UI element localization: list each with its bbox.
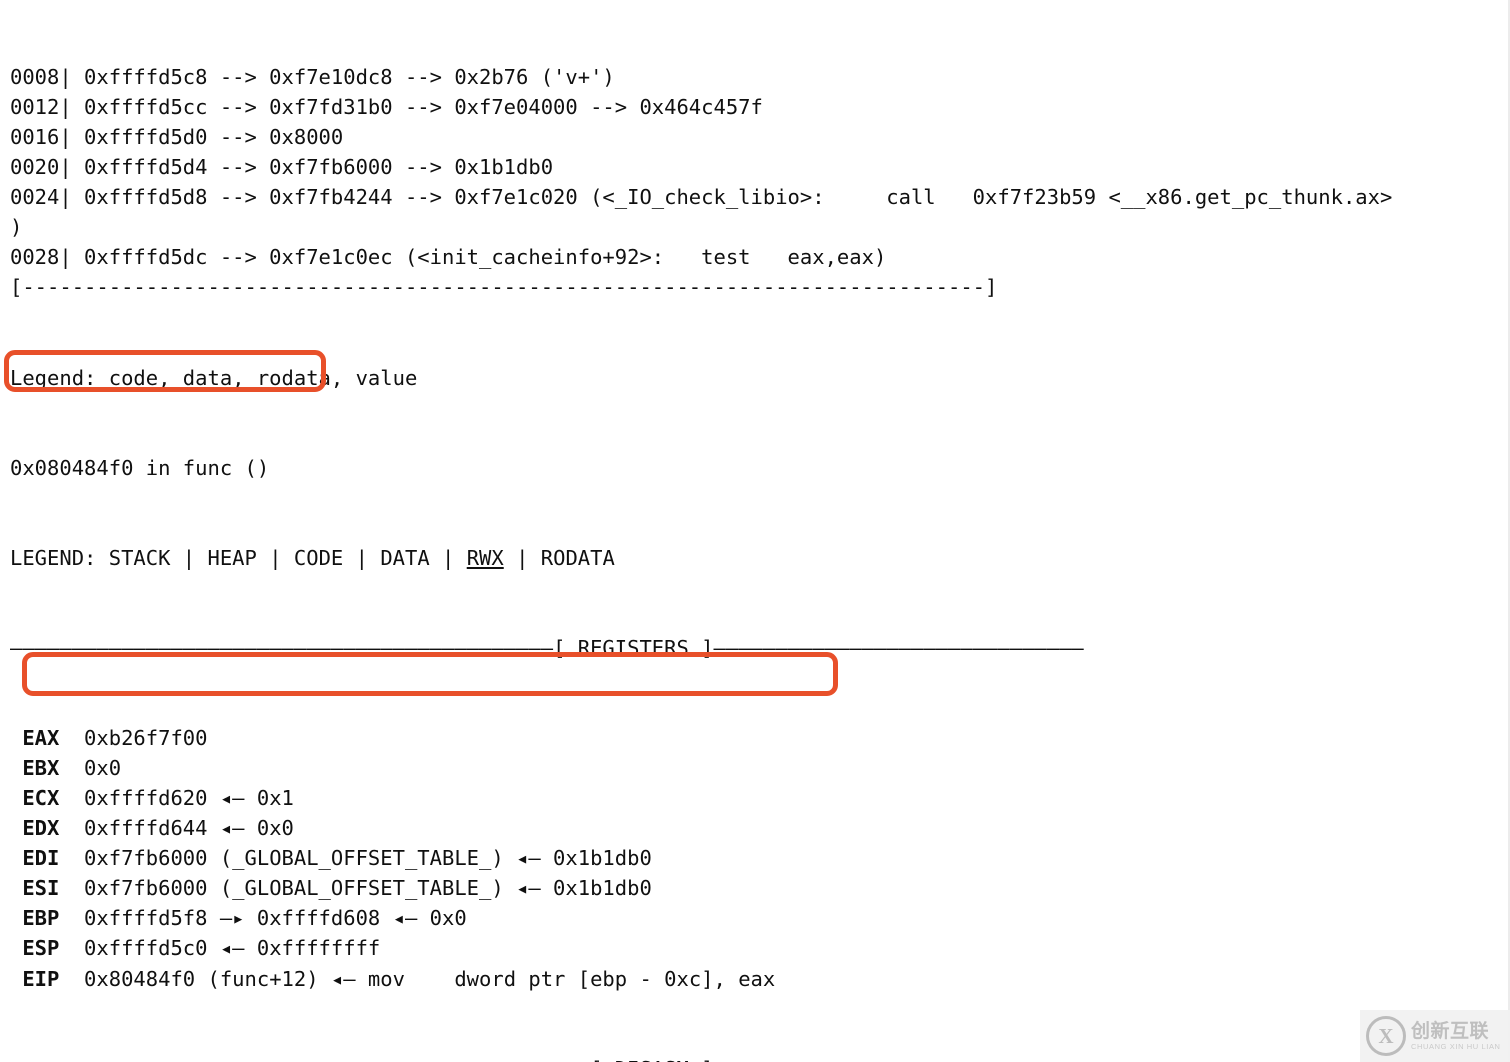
- register-value: 0xffffd5f8 —▸ 0xffffd608 ◂— 0x0: [71, 906, 467, 931]
- register-name: ECX: [10, 786, 72, 811]
- legend-separator: |: [343, 545, 381, 570]
- register-name: EAX: [10, 726, 72, 751]
- register-value: 0xb26f7f00: [71, 726, 208, 751]
- register-value: 0xffffd644 ◂— 0x0: [71, 816, 294, 841]
- register-value: 0xf7fb6000 (_GLOBAL_OFFSET_TABLE_) ◂— 0x…: [71, 876, 652, 901]
- registers-block: EAX 0xb26f7f00 EBX 0x0 ECX 0xffffd620 ◂—…: [10, 723, 1508, 993]
- stack-trace-line: 0008| 0xffffd5c8 --> 0xf7e10dc8 --> 0x2b…: [10, 65, 615, 90]
- location-line: 0x080484f0 in func (): [10, 455, 270, 480]
- legend-item-stack: STACK: [108, 545, 171, 570]
- stack-trace-line: 0028| 0xffffd5dc --> 0xf7e1c0ec (<init_c…: [10, 245, 887, 270]
- disasm-divider-left-rule: ————————————————————————————————————————…: [10, 1057, 590, 1062]
- legend-separator: |: [170, 545, 208, 570]
- register-name: EBP: [10, 906, 72, 931]
- register-row-eax: EAX 0xb26f7f00: [10, 723, 1508, 753]
- legend-separator: |: [429, 545, 467, 570]
- disasm-divider-label: [ DISASM ]: [590, 1057, 713, 1062]
- legend-memory-regions: LEGEND: STACK | HEAP | CODE | DATA | RWX…: [10, 543, 1508, 573]
- register-row-ebx: EBX 0x0: [10, 753, 1508, 783]
- register-row-eip: EIP 0x80484f0 (func+12) ◂— mov dword ptr…: [10, 964, 1508, 994]
- legend-item-rwx: RWX: [466, 545, 504, 570]
- stack-trace-line: 0024| 0xffffd5d8 --> 0xf7fb4244 --> 0xf7…: [10, 185, 1393, 210]
- watermark-name-pinyin: CHUANG XIN HU LIAN: [1411, 1041, 1501, 1051]
- stack-trace-line: 0020| 0xffffd5d4 --> 0xf7fb6000 --> 0x1b…: [10, 155, 554, 180]
- legend-item-heap: HEAP: [207, 545, 257, 570]
- register-name: EBX: [10, 756, 72, 781]
- watermark-text: 创新互联 CHUANG XIN HU LIAN: [1411, 1019, 1501, 1051]
- disasm-divider-right-rule: ————————————————————————————————: [714, 1057, 1109, 1062]
- legend-prefix: LEGEND:: [10, 545, 109, 570]
- register-row-ecx: ECX 0xffffd620 ◂— 0x1: [10, 783, 1508, 813]
- register-row-esi: ESI 0xf7fb6000 (_GLOBAL_OFFSET_TABLE_) ◂…: [10, 873, 1508, 903]
- register-value: 0xffffd5c0 ◂— 0xffffffff: [71, 936, 381, 961]
- register-value: 0x80484f0 (func+12) ◂— mov dword ptr [eb…: [71, 966, 776, 991]
- legend-separator: |: [503, 545, 541, 570]
- legend-item-code: CODE: [293, 545, 344, 570]
- legend-item-data: DATA: [380, 545, 430, 570]
- register-row-edx: EDX 0xffffd644 ◂— 0x0: [10, 813, 1508, 843]
- watermark-logo-icon: X: [1366, 1016, 1406, 1056]
- register-row-esp: ESP 0xffffd5c0 ◂— 0xffffffff: [10, 933, 1508, 963]
- legend-separator: |: [256, 545, 294, 570]
- register-value: 0xffffd620 ◂— 0x1: [71, 786, 294, 811]
- stack-trace-line: ): [10, 215, 23, 240]
- register-name: ESI: [10, 876, 72, 901]
- stack-trace-block: 0008| 0xffffd5c8 --> 0xf7e10dc8 --> 0x2b…: [10, 62, 1508, 302]
- legend-item-rodata: RODATA: [540, 545, 615, 570]
- registers-divider: ————————————————————————————————————————…: [10, 633, 1508, 663]
- registers-divider-left-rule: ————————————————————————————————————————…: [10, 635, 554, 660]
- registers-divider-label: [ REGISTERS ]: [553, 635, 714, 660]
- legend-line: Legend: code, data, rodata, value: [10, 365, 418, 390]
- register-row-edi: EDI 0xf7fb6000 (_GLOBAL_OFFSET_TABLE_) ◂…: [10, 843, 1508, 873]
- stack-trace-line: 0016| 0xffffd5d0 --> 0x8000: [10, 125, 344, 150]
- register-value: 0x0: [71, 756, 122, 781]
- register-name: ESP: [10, 936, 72, 961]
- stack-trace-line: [---------------------------------------…: [10, 275, 998, 300]
- watermark-name-cn: 创新互联: [1411, 1019, 1490, 1042]
- register-value: 0xf7fb6000 (_GLOBAL_OFFSET_TABLE_) ◂— 0x…: [71, 846, 652, 871]
- registers-divider-right-rule: ——————————————————————————————: [713, 635, 1084, 660]
- register-name: EDX: [10, 816, 72, 841]
- debugger-terminal-output: 0008| 0xffffd5c8 --> 0xf7e10dc8 --> 0x2b…: [0, 0, 1510, 1062]
- watermark: X 创新互联 CHUANG XIN HU LIAN: [1360, 1010, 1510, 1062]
- register-name: EDI: [10, 846, 72, 871]
- stack-trace-line: 0012| 0xffffd5cc --> 0xf7fd31b0 --> 0xf7…: [10, 95, 763, 120]
- register-name: EIP: [10, 966, 72, 991]
- register-row-ebp: EBP 0xffffd5f8 —▸ 0xffffd608 ◂— 0x0: [10, 903, 1508, 933]
- disasm-divider: ————————————————————————————————————————…: [10, 1054, 1508, 1062]
